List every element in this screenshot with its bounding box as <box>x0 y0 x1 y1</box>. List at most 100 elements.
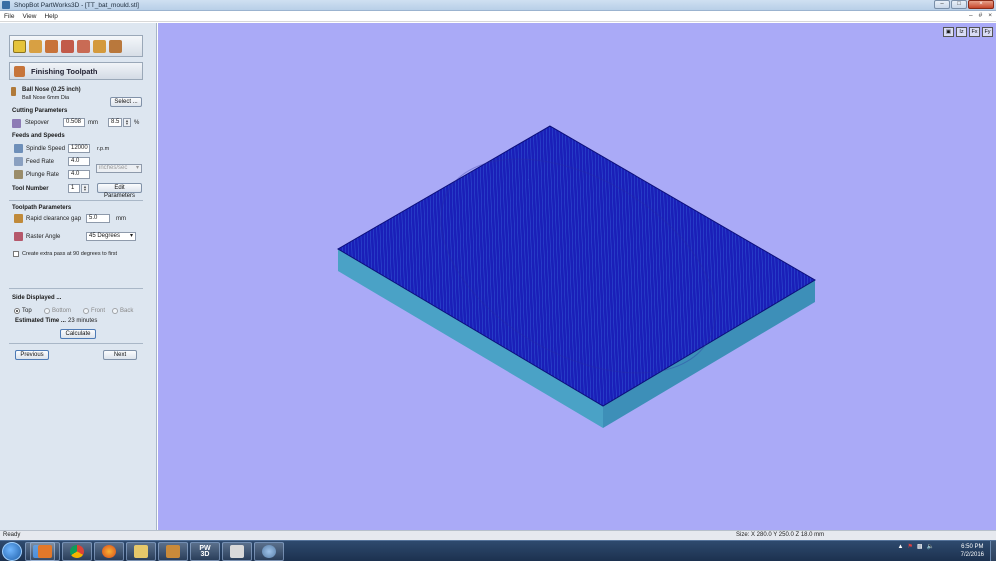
menu-file[interactable]: File <box>4 13 14 20</box>
side-top-radio[interactable] <box>14 308 20 314</box>
rapid-clearance-icon <box>14 214 23 223</box>
plunge-rate-input[interactable]: 4.0 <box>68 170 90 179</box>
finishing-icon[interactable] <box>45 39 58 53</box>
divider <box>9 288 143 289</box>
flag-icon[interactable]: ⚑ <box>907 543 912 550</box>
3d-viewport[interactable]: ▣ Iz Fx Fy <box>158 23 996 530</box>
divider <box>9 343 143 344</box>
mdi-close-button[interactable]: × <box>988 12 992 19</box>
tool-number-input[interactable]: 1 <box>68 184 80 193</box>
folder-icon <box>134 545 148 558</box>
settings-icon <box>262 545 276 558</box>
side-bottom-radio[interactable] <box>44 308 50 314</box>
spindle-speed-input[interactable]: 12000 <box>68 144 90 153</box>
stepover-icon <box>12 119 21 128</box>
taskbar-tool[interactable] <box>222 542 252 561</box>
clock[interactable]: 6:50 PM 7/2/2016 <box>961 543 984 559</box>
feed-rate-label: Feed Rate <box>26 159 55 165</box>
volume-icon[interactable]: 🔈 <box>927 543 934 550</box>
preview-icon[interactable] <box>77 39 90 53</box>
calculate-button[interactable]: Calculate <box>60 329 96 339</box>
side-displayed-heading: Side Displayed ... <box>12 295 62 301</box>
stepover-label: Stepover <box>25 120 50 126</box>
mdi-minimize-button[interactable]: – <box>969 12 973 19</box>
minimize-button[interactable]: – <box>934 0 950 9</box>
toolpath-model <box>337 125 816 428</box>
taskbar-settings[interactable] <box>254 542 284 561</box>
maximize-button[interactable]: □ <box>951 0 967 9</box>
block-top-raster <box>337 125 816 407</box>
mdi-restore-button[interactable]: # <box>979 12 983 19</box>
rapid-clearance-unit: mm <box>116 216 126 222</box>
side-bottom-label: Bottom <box>52 308 72 314</box>
side-front-label: Front <box>91 308 106 314</box>
extra-pass-checkbox[interactable] <box>13 251 19 257</box>
spindle-icon <box>14 144 23 153</box>
close-button[interactable]: × <box>968 0 994 9</box>
clock-date: 7/2/2016 <box>960 552 984 558</box>
stepover-mm-input[interactable]: 0.508 <box>63 118 85 127</box>
show-desktop-button[interactable] <box>990 541 996 561</box>
panel-title: Finishing Toolpath <box>31 66 98 76</box>
save-toolpath-icon[interactable] <box>109 39 122 53</box>
tool-description: Ball Nose 6mm Dia <box>22 95 70 101</box>
edit-parameters-button[interactable]: Edit Parameters <box>97 183 142 199</box>
app-icon <box>2 1 10 9</box>
toolpath-list-icon[interactable] <box>13 39 26 53</box>
feeds-speeds-heading: Feeds and Speeds <box>12 133 65 139</box>
divider <box>9 200 143 201</box>
side-back-label: Back <box>120 308 134 314</box>
taskbar-media-player[interactable] <box>30 542 60 561</box>
menu-help[interactable]: Help <box>44 13 57 20</box>
plunge-rate-icon <box>14 170 23 179</box>
menu-view[interactable]: View <box>22 13 36 20</box>
select-tool-button[interactable]: Select ... <box>110 97 142 107</box>
show-hidden-icons-icon[interactable]: ▲ <box>898 544 904 550</box>
next-button[interactable]: Next <box>103 350 137 360</box>
tool-number-label: Tool Number <box>12 186 49 192</box>
system-tray: ▲ ⚑ ▩ 🔈 <box>898 543 935 551</box>
raster-angle-icon <box>14 232 23 241</box>
chrome-icon <box>70 545 84 558</box>
side-front-radio[interactable] <box>83 308 89 314</box>
model-size-text: Size: X 280.0 Y 250.0 Z 18.0 mm <box>736 532 825 538</box>
percent-unit: % <box>134 120 140 126</box>
title-bar: ShopBot PartWorks3D - [TT_bat_mould.stl]… <box>0 0 996 11</box>
taskbar-firefox[interactable] <box>94 542 124 561</box>
raster-angle-dropdown[interactable]: 45 Degrees <box>86 232 136 241</box>
taskbar: PW 3D ▲ ⚑ ▩ 🔈 6:50 PM 7/2/2016 <box>0 540 996 561</box>
side-back-radio[interactable] <box>112 308 118 314</box>
taskbar-photo[interactable] <box>158 542 188 561</box>
cutting-parameters-heading: Cutting Parameters <box>12 108 68 114</box>
rate-unit-dropdown[interactable]: inches/sec <box>96 164 142 173</box>
toolpath-parameters-heading: Toolpath Parameters <box>12 205 72 211</box>
window-title: ShopBot PartWorks3D - [TT_bat_mould.stl] <box>14 1 139 9</box>
panel-header: Finishing Toolpath <box>9 62 143 80</box>
previous-button[interactable]: Previous <box>15 350 49 360</box>
tool-name: Ball Nose (0.25 inch) <box>22 87 81 93</box>
start-button[interactable] <box>2 542 22 561</box>
status-bar: Ready Size: X 280.0 Y 250.0 Z 18.0 mm <box>0 530 996 540</box>
feed-rate-icon <box>14 157 23 166</box>
tool-number-spinner[interactable]: ▲ ▼ <box>81 184 89 193</box>
spindle-unit: r.p.m <box>97 146 110 152</box>
media-player-icon <box>38 545 52 558</box>
plunge-rate-label: Plunge Rate <box>26 172 60 178</box>
cutout-icon[interactable] <box>61 39 74 53</box>
taskbar-partworks[interactable]: PW 3D <box>190 542 220 561</box>
extra-pass-label: Create extra pass at 90 degrees to first <box>22 251 118 257</box>
menu-bar: File View Help – # × <box>0 11 996 22</box>
toolpath-panel: Finishing Toolpath Ball Nose (0.25 inch)… <box>0 23 157 530</box>
taskbar-folder[interactable] <box>126 542 156 561</box>
taskbar-chrome[interactable] <box>62 542 92 561</box>
stepover-spinner[interactable]: ▲ ▼ <box>123 118 131 127</box>
status-text: Ready <box>3 532 21 538</box>
roughing-icon[interactable] <box>29 39 42 53</box>
feed-rate-input[interactable]: 4.0 <box>68 157 90 166</box>
rapid-clearance-input[interactable]: 5.0 <box>86 214 110 223</box>
zoom-icon[interactable] <box>93 39 106 53</box>
stepover-percent-input[interactable]: 8.5 <box>108 118 122 127</box>
tool-icon <box>11 87 16 96</box>
network-icon[interactable]: ▩ <box>917 543 923 550</box>
toolpath-toolbar <box>9 35 143 57</box>
